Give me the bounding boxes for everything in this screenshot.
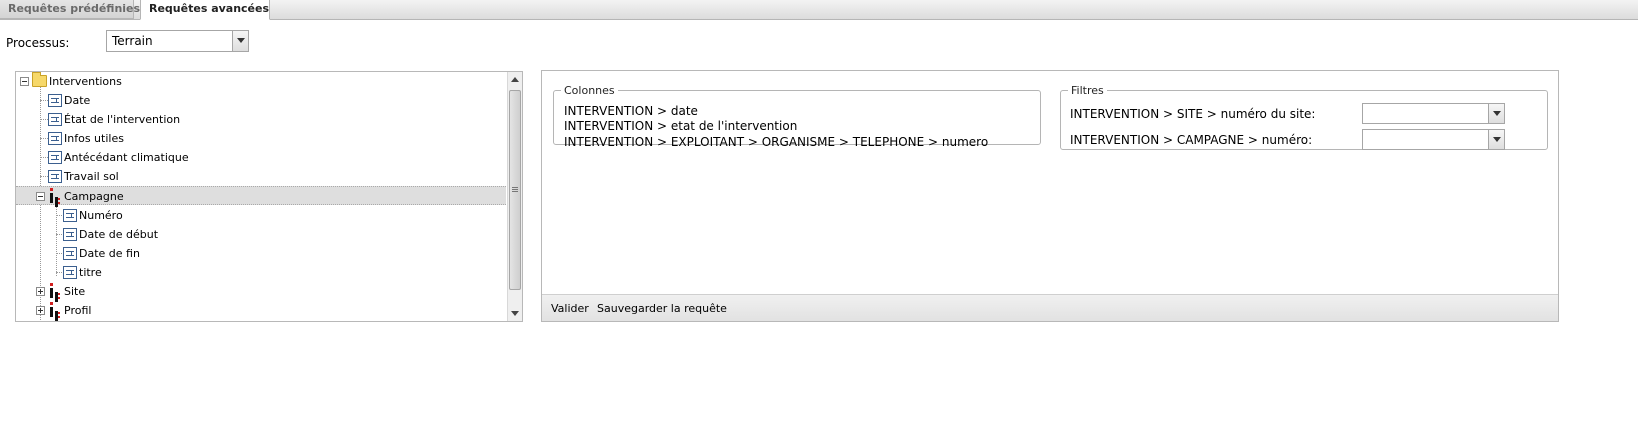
tree-node-date-fin[interactable]: Date de fin [16,244,506,263]
field-icon [63,209,77,222]
scroll-thumb[interactable] [509,90,521,290]
field-icon [48,113,62,126]
tree-node-infos-utiles[interactable]: Infos utiles [16,129,506,148]
tree-node-label: Date [64,94,91,107]
colonne-item: INTERVENTION > date [564,104,698,118]
save-query-button[interactable]: Sauvegarder la requête [597,302,727,315]
tree-node-label: Campagne [64,190,124,203]
tree-node-label: Date de début [79,228,159,241]
entity-icon [49,283,61,300]
tree-node-etat-intervention[interactable]: État de l'intervention [16,110,506,129]
folder-icon [32,72,47,87]
field-icon [63,266,77,279]
tab-advanced-queries[interactable]: Requêtes avancées [140,0,270,20]
tree-node-travail-sol[interactable]: Travail sol [16,167,506,186]
tree-node-date-debut[interactable]: Date de début [16,225,506,244]
filtres-fieldset: Filtres INTERVENTION > SITE > numéro du … [1060,84,1548,150]
field-icon [48,132,62,145]
filter-site-select[interactable] [1362,103,1505,124]
valider-button[interactable]: Valider [551,302,589,315]
tree-node-label: Infos utiles [64,132,124,145]
tree-node-label: Travail sol [64,170,119,183]
entity-icon [49,188,61,205]
tree-node-label: Antécédant climatique [64,151,189,164]
collapse-icon[interactable] [20,77,29,86]
processus-select[interactable]: Terrain [106,30,249,52]
tree-node-campagne[interactable]: Campagne [16,186,506,205]
grip-icon [512,187,518,188]
tree-node-label: Date de fin [79,247,140,260]
tree-node-label: Interventions [49,75,122,88]
tree-node-date[interactable]: Date [16,91,506,110]
filter-label-campagne: INTERVENTION > CAMPAGNE > numéro: [1070,133,1313,147]
tree-node-label: titre [79,266,102,279]
processus-selected-value: Terrain [112,34,153,48]
field-icon [48,94,62,107]
expand-icon[interactable] [36,287,45,296]
scroll-down-icon[interactable] [511,311,519,316]
filter-campagne-select[interactable] [1362,129,1505,150]
tree-scrollbar[interactable] [507,72,522,321]
tree-node-label: Site [64,285,86,298]
processus-label: Processus: [6,36,70,50]
colonnes-legend: Colonnes [564,84,615,97]
field-icon [48,170,62,183]
colonne-item: INTERVENTION > etat de l'intervention [564,119,798,133]
tab-bar: Requêtes prédéfinies Requêtes avancées [0,0,1638,20]
colonnes-fieldset: Colonnes INTERVENTION > date INTERVENTIO… [553,84,1041,149]
chevron-down-icon[interactable] [1488,130,1504,149]
tree-node-site[interactable]: Site [16,282,506,301]
field-icon [63,247,77,260]
filter-label-site: INTERVENTION > SITE > numéro du site: [1070,107,1316,121]
collapse-icon[interactable] [36,192,45,201]
expand-icon[interactable] [36,306,45,315]
tree-node-antecedant-climatique[interactable]: Antécédant climatique [16,148,506,167]
query-builder-panel: Colonnes INTERVENTION > date INTERVENTIO… [541,70,1559,322]
tree-node-label: État de l'intervention [64,113,181,126]
tree-node-label: Profil [64,304,92,317]
tree-node-numero[interactable]: Numéro [16,206,506,225]
chevron-down-icon[interactable] [1488,104,1504,123]
tree-node-profil[interactable]: Profil [16,301,506,320]
tree-node-label: Numéro [79,209,123,222]
chevron-down-icon[interactable] [232,31,248,51]
tab-predefined-queries[interactable]: Requêtes prédéfinies [0,0,140,19]
field-icon [48,151,62,164]
entity-icon [49,302,61,319]
tree-node-titre[interactable]: titre [16,263,506,282]
colonne-item: INTERVENTION > EXPLOITANT > ORGANISME > … [564,135,989,149]
filtres-legend: Filtres [1071,84,1104,97]
field-icon [63,228,77,241]
scroll-up-icon[interactable] [511,77,519,82]
tree-node-interventions[interactable]: Interventions [16,72,506,91]
query-toolbar: Valider Sauvegarder la requête [542,294,1558,321]
field-tree-panel: Interventions Date État de l'interventio… [15,71,523,322]
